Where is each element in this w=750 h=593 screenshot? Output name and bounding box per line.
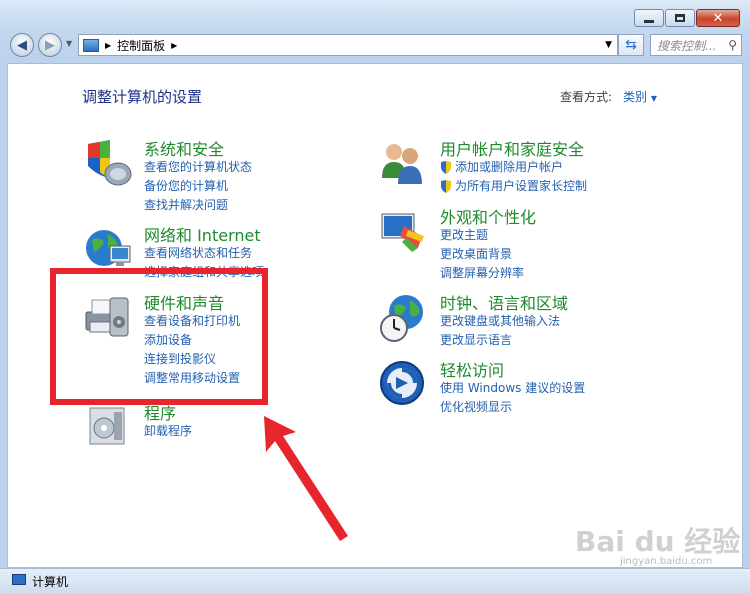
breadcrumb-control-panel[interactable]: 控制面板 [117,37,165,54]
category-link[interactable]: 使用 Windows 建议的设置 [440,379,585,398]
category-link[interactable]: 查看网络状态和任务 [144,244,264,263]
back-arrow-icon: ◀ [17,37,27,53]
navigation-bar: ◀ ▶ ▼ ▶ 控制面板 ▶ ▼ ⇆ 搜索控制... ⚲ [10,32,742,58]
address-bar[interactable]: ▶ 控制面板 ▶ ▼ [78,34,618,56]
control-panel-icon [83,38,99,52]
search-icon: ⚲ [728,38,737,52]
category-link[interactable]: 优化视频显示 [440,398,585,417]
maximize-icon [675,14,685,22]
category-link[interactable]: 备份您的计算机 [144,177,252,196]
uac-shield-icon [441,160,451,174]
refresh-icon: ⇆ [625,37,637,53]
ease-of-access-icon [380,361,424,405]
category-link[interactable]: 卸载程序 [144,422,192,441]
minimize-button[interactable] [634,9,664,27]
close-button[interactable]: ✕ [696,9,740,27]
maximize-button[interactable] [665,9,695,27]
close-icon: ✕ [712,10,724,26]
category-links: 更改主题 更改桌面背景 调整屏幕分辨率 [440,226,524,283]
category-link[interactable]: 添加或删除用户帐户 [440,158,587,177]
search-placeholder: 搜索控制... [657,38,717,53]
category-title[interactable]: 外观和个性化 [440,204,536,228]
category-link[interactable]: 更改键盘或其他输入法 [440,312,560,331]
page-title: 调整计算机的设置 [82,88,203,106]
back-button[interactable]: ◀ [10,33,34,57]
view-by-dropdown[interactable]: 类别 ▼ [623,88,657,105]
view-by-value: 类别 [623,90,648,104]
category-link[interactable]: 查看您的计算机状态 [144,158,252,177]
watermark: Bai du 经验 [575,525,741,558]
forward-arrow-icon: ▶ [45,37,55,53]
address-dropdown-icon[interactable]: ▼ [605,40,612,50]
status-bar: 计算机 [0,568,750,593]
category-links: 使用 Windows 建议的设置 优化视频显示 [440,379,585,417]
category-link-text: 为所有用户设置家长控制 [455,179,588,193]
watermark-url: jingyan.baidu.com [620,556,713,567]
shield-icon [88,140,132,186]
category-link[interactable]: 更改桌面背景 [440,245,524,264]
category-link[interactable]: 调整屏幕分辨率 [440,264,524,283]
category-title[interactable]: 时钟、语言和区域 [440,290,568,314]
category-link[interactable]: 为所有用户设置家长控制 [440,177,587,196]
view-by-label: 查看方式: [560,90,613,104]
appearance-icon [381,213,424,252]
window-controls: ✕ [634,9,740,27]
search-input[interactable]: 搜索控制... ⚲ [650,34,742,56]
programs-icon [89,407,125,445]
refresh-button[interactable]: ⇆ [618,34,644,56]
category-link[interactable]: 查找并解决问题 [144,196,252,215]
forward-button[interactable]: ▶ [38,33,62,57]
category-title[interactable]: 系统和安全 [144,136,224,160]
category-links: 更改键盘或其他输入法 更改显示语言 [440,312,560,350]
category-link[interactable]: 更改显示语言 [440,331,560,350]
clock-globe-icon [380,295,423,342]
category-links: 查看您的计算机状态 备份您的计算机 查找并解决问题 [144,158,252,215]
category-link[interactable]: 更改主题 [440,226,524,245]
category-link-text: 添加或删除用户帐户 [455,160,564,174]
breadcrumb-separator-icon: ▶ [171,40,178,50]
computer-icon [12,574,26,585]
recent-pages-icon[interactable]: ▼ [66,39,72,48]
minimize-icon [644,19,654,23]
chevron-down-icon: ▼ [650,94,657,103]
status-text: 计算机 [32,575,69,589]
category-links: 卸载程序 [144,422,192,441]
category-title[interactable]: 轻松访问 [440,357,504,381]
uac-shield-icon [441,179,451,193]
highlight-box [50,268,268,405]
breadcrumb-separator-icon: ▶ [105,40,112,50]
users-icon [382,144,422,184]
category-links: 添加或删除用户帐户 为所有用户设置家长控制 [440,158,587,196]
category-title[interactable]: 网络和 Internet [144,222,261,246]
category-title[interactable]: 用户帐户和家庭安全 [440,136,584,160]
